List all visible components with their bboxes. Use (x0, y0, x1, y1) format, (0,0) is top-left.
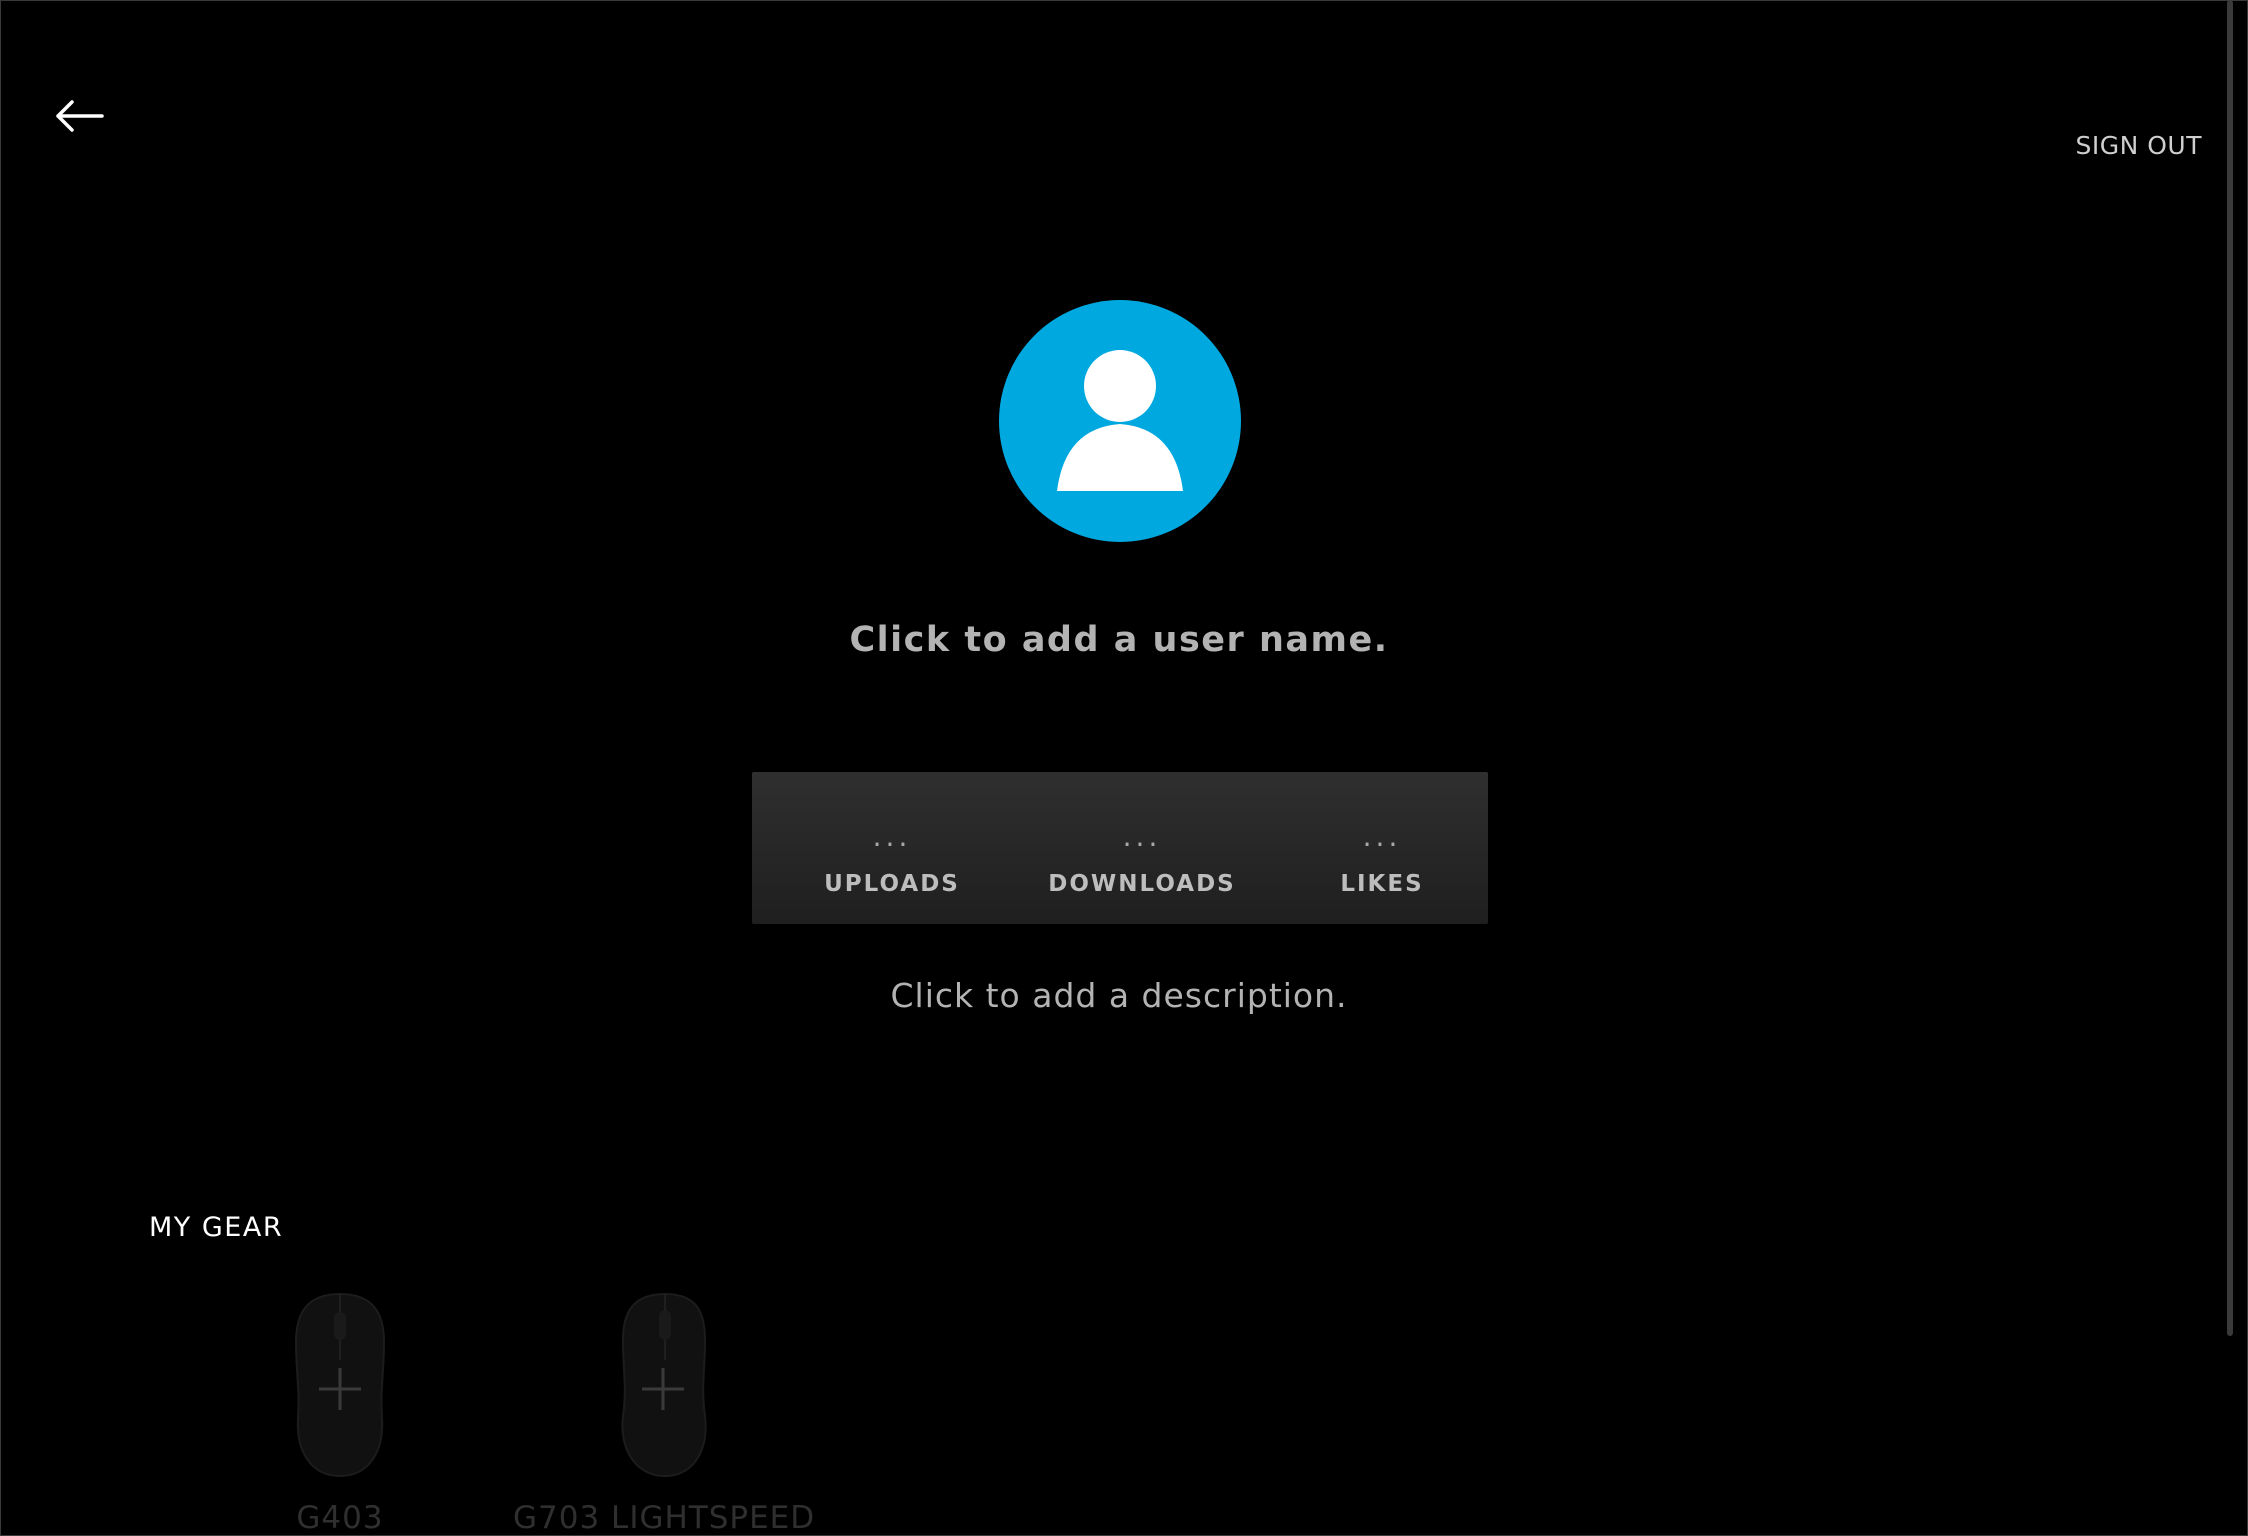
stat-likes[interactable]: ... LIKES (1322, 772, 1442, 924)
uploads-count: ... (872, 820, 912, 853)
stat-uploads[interactable]: ... UPLOADS (804, 772, 980, 924)
downloads-count: ... (1122, 820, 1162, 853)
gear-label-g403: G403 (296, 1500, 384, 1536)
back-button[interactable] (50, 90, 106, 142)
scrollbar[interactable] (2227, 0, 2233, 1336)
description-field[interactable]: Click to add a description. (0, 976, 2238, 1015)
my-gear-heading: MY GEAR (149, 1212, 284, 1243)
plus-icon (319, 1368, 361, 1410)
plus-icon (642, 1368, 684, 1410)
avatar-button[interactable] (999, 300, 1241, 542)
downloads-label: DOWNLOADS (1048, 871, 1236, 897)
gear-label-g703-lightspeed: G703 LIGHTSPEED (513, 1500, 816, 1536)
sign-out-button[interactable]: SIGN OUT (2075, 131, 2202, 160)
user-silhouette-icon (1057, 350, 1183, 491)
likes-label: LIKES (1340, 871, 1424, 897)
uploads-label: UPLOADS (824, 871, 960, 897)
gear-item-g703-lightspeed[interactable]: G703 LIGHTSPEED (513, 1282, 816, 1536)
stat-downloads[interactable]: ... DOWNLOADS (1042, 772, 1242, 924)
username-field[interactable]: Click to add a user name. (0, 620, 2238, 660)
stats-panel: ... UPLOADS ... DOWNLOADS ... LIKES (752, 772, 1488, 924)
gear-item-g403[interactable]: G403 (190, 1282, 490, 1536)
arrow-left-icon (56, 100, 104, 132)
likes-count: ... (1362, 820, 1402, 853)
